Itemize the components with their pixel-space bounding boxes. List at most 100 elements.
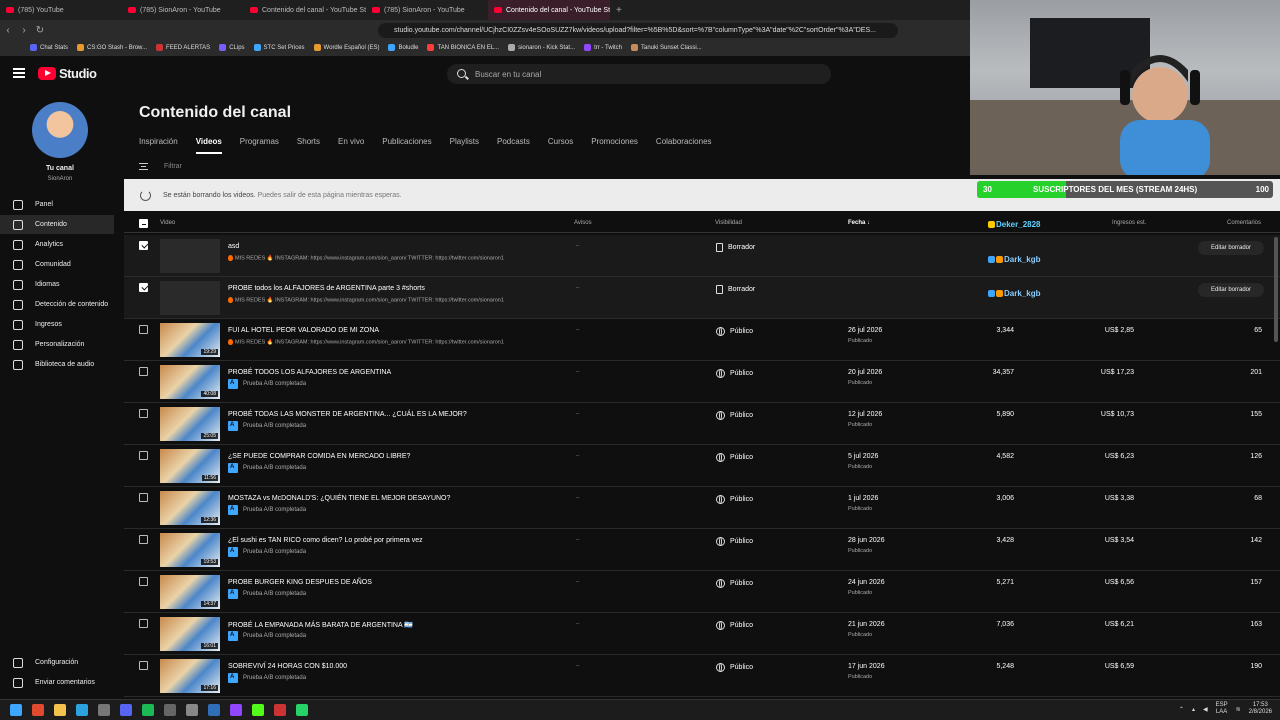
app-icon[interactable] bbox=[274, 704, 286, 716]
filter-icon[interactable] bbox=[139, 163, 148, 170]
chrome-icon[interactable] bbox=[98, 704, 110, 716]
video-thumbnail[interactable]: 16:01 bbox=[160, 617, 220, 651]
sidebar-item-analytics[interactable]: Analytics bbox=[0, 235, 114, 254]
windows-start-icon[interactable] bbox=[10, 704, 22, 716]
bookmark-item[interactable]: CS:GO Stash - Brow... bbox=[77, 44, 147, 52]
bookmark-item[interactable]: TAN BIONICA EN EL... bbox=[427, 44, 499, 52]
tab-cursos[interactable]: Cursos bbox=[548, 137, 573, 154]
video-thumbnail[interactable]: 12:36 bbox=[160, 491, 220, 525]
app-icon[interactable] bbox=[186, 704, 198, 716]
video-thumbnail[interactable] bbox=[160, 239, 220, 273]
table-row[interactable]: 12:36 MOSTAZA vs McDONALD'S: ¿QUIÉN TIENE… bbox=[124, 487, 1280, 529]
col-comments[interactable]: Comentarios bbox=[1227, 220, 1261, 226]
row-checkbox[interactable] bbox=[139, 493, 148, 502]
back-icon[interactable]: ‹ bbox=[0, 25, 16, 36]
bookmark-item[interactable]: Chat Stats bbox=[30, 44, 68, 52]
visibility-cell[interactable]: Público bbox=[716, 369, 753, 378]
video-title[interactable]: asd bbox=[228, 243, 239, 250]
sidebar-item-earn[interactable]: Ingresos bbox=[0, 315, 114, 334]
bookmark-item[interactable]: FEED ALERTAS bbox=[156, 44, 210, 52]
visibility-cell[interactable]: Borrador bbox=[716, 285, 755, 294]
ab-test-status[interactable]: Prueba A/B completada bbox=[228, 589, 306, 599]
clock[interactable]: 17:53 2/8/2026 bbox=[1249, 702, 1272, 716]
visibility-cell[interactable]: Público bbox=[716, 495, 753, 504]
bookmark-item[interactable]: Boludle bbox=[388, 44, 418, 52]
browser-tab[interactable]: Contenido del canal - YouTube Studio✕ bbox=[488, 0, 610, 20]
folder-icon[interactable] bbox=[54, 704, 66, 716]
row-checkbox[interactable] bbox=[139, 367, 148, 376]
address-bar[interactable]: studio.youtube.com/channel/UCjhzCI0ZZsv4… bbox=[378, 22, 898, 38]
sidebar-item-content[interactable]: Contenido bbox=[0, 215, 114, 234]
network-icon[interactable]: ▴ bbox=[1192, 706, 1195, 713]
table-row[interactable]: 40:08 PROBÉ TODOS LOS ALFAJORES DE ARGENT… bbox=[124, 361, 1280, 403]
ab-test-status[interactable]: Prueba A/B completada bbox=[228, 463, 306, 473]
table-row[interactable]: 19:29 FUI AL HOTEL PEOR VALORADO DE MI ZO… bbox=[124, 319, 1280, 361]
tab-programas[interactable]: Programas bbox=[240, 137, 279, 154]
sidebar-item-languages[interactable]: Idiomas bbox=[0, 275, 114, 294]
video-thumbnail[interactable]: 19:53 bbox=[160, 533, 220, 567]
video-title[interactable]: PROBÉ TODOS LOS ALFAJORES DE ARGENTINA bbox=[228, 369, 391, 376]
table-row[interactable]: 25:05 PROBÉ TODAS LAS MONSTER DE ARGENTIN… bbox=[124, 403, 1280, 445]
ab-test-status[interactable]: Prueba A/B completada bbox=[228, 505, 306, 515]
studio-logo[interactable]: Studio bbox=[38, 66, 97, 81]
row-checkbox[interactable] bbox=[139, 241, 148, 250]
kick-icon[interactable] bbox=[252, 704, 264, 716]
sidebar-item-customization[interactable]: Personalización bbox=[0, 335, 114, 354]
scrollbar[interactable] bbox=[1274, 237, 1278, 342]
edit-draft-button[interactable]: Editar borrador bbox=[1198, 241, 1264, 255]
tab-playlists[interactable]: Playlists bbox=[450, 137, 479, 154]
table-row[interactable]: 16:01 PROBÉ LA EMPANADA MÁS BARATA DE ARG… bbox=[124, 613, 1280, 655]
row-checkbox[interactable] bbox=[139, 535, 148, 544]
visibility-cell[interactable]: Público bbox=[716, 411, 753, 420]
select-all-checkbox[interactable] bbox=[139, 219, 148, 228]
app-icon[interactable] bbox=[164, 704, 176, 716]
video-thumbnail[interactable]: 17:16 bbox=[160, 659, 220, 693]
visibility-cell[interactable]: Público bbox=[716, 663, 753, 672]
sidebar-footer-settings[interactable]: Configuración bbox=[0, 653, 114, 672]
tab-colaboraciones[interactable]: Colaboraciones bbox=[656, 137, 712, 154]
tab-podcasts[interactable]: Podcasts bbox=[497, 137, 530, 154]
row-checkbox[interactable] bbox=[139, 661, 148, 670]
telegram-icon[interactable] bbox=[76, 704, 88, 716]
tray-up-icon[interactable]: ⌃ bbox=[1179, 706, 1184, 713]
sidebar-item-audio-library[interactable]: Biblioteca de audio bbox=[0, 355, 114, 374]
ab-test-status[interactable]: Prueba A/B completada bbox=[228, 379, 306, 389]
ab-test-status[interactable]: Prueba A/B completada bbox=[228, 631, 306, 641]
col-date[interactable]: Fecha ↓ bbox=[848, 220, 870, 226]
browser-tab[interactable]: Contenido del canal - YouTube Studi bbox=[244, 0, 366, 20]
tab-en-vivo[interactable]: En vivo bbox=[338, 137, 364, 154]
volume-icon[interactable]: ◀ bbox=[1203, 706, 1208, 713]
bookmark-item[interactable]: sionaron - Kick Stat... bbox=[508, 44, 575, 52]
bookmark-item[interactable]: Wordle Español (ES) bbox=[313, 44, 379, 52]
video-title[interactable]: PROBE todos los ALFAJORES de ARGENTINA p… bbox=[228, 285, 425, 292]
table-row[interactable]: PROBE todos los ALFAJORES de ARGENTINA p… bbox=[124, 277, 1280, 319]
col-revenue[interactable]: Ingresos est. bbox=[1112, 220, 1146, 226]
sidebar-item-community[interactable]: Comunidad bbox=[0, 255, 114, 274]
video-title[interactable]: PROBE BURGER KING DESPUES DE AÑOS bbox=[228, 579, 372, 586]
video-title[interactable]: ¿SE PUEDE COMPRAR COMIDA EN MERCADO LIBR… bbox=[228, 453, 410, 460]
video-thumbnail[interactable]: 25:05 bbox=[160, 407, 220, 441]
tab-shorts[interactable]: Shorts bbox=[297, 137, 320, 154]
browser-tab[interactable]: (785) SionAron - YouTube bbox=[366, 0, 488, 20]
col-visibility[interactable]: Visibilidad bbox=[715, 220, 742, 226]
table-row[interactable]: asd MIS REDES 🔥 INSTAGRAM: https://www.in… bbox=[124, 235, 1280, 277]
visibility-cell[interactable]: Público bbox=[716, 621, 753, 630]
ab-test-status[interactable]: Prueba A/B completada bbox=[228, 547, 306, 557]
brave-icon[interactable] bbox=[32, 704, 44, 716]
sidebar-footer-feedback[interactable]: Enviar comentarios bbox=[0, 673, 114, 692]
wifi-icon[interactable]: ≋ bbox=[1236, 706, 1241, 713]
video-title[interactable]: MOSTAZA vs McDONALD'S: ¿QUIÉN TIENE EL M… bbox=[228, 495, 450, 502]
tab-inspiraci-n[interactable]: Inspiración bbox=[139, 137, 178, 154]
video-title[interactable]: SOBREVIVÍ 24 HORAS CON $10.000 bbox=[228, 663, 347, 670]
sidebar-item-dashboard[interactable]: Panel bbox=[0, 195, 114, 214]
bookmark-item[interactable]: STC Set Prices bbox=[253, 44, 305, 52]
visibility-cell[interactable]: Público bbox=[716, 327, 753, 336]
video-title[interactable]: PROBÉ TODAS LAS MONSTER DE ARGENTINA... … bbox=[228, 411, 467, 418]
visibility-cell[interactable]: Borrador bbox=[716, 243, 755, 252]
new-tab-icon[interactable]: + bbox=[616, 5, 622, 16]
twitch-icon[interactable] bbox=[230, 704, 242, 716]
video-thumbnail[interactable]: 14:37 bbox=[160, 575, 220, 609]
visibility-cell[interactable]: Público bbox=[716, 537, 753, 546]
ab-test-status[interactable]: Prueba A/B completada bbox=[228, 673, 306, 683]
row-checkbox[interactable] bbox=[139, 451, 148, 460]
